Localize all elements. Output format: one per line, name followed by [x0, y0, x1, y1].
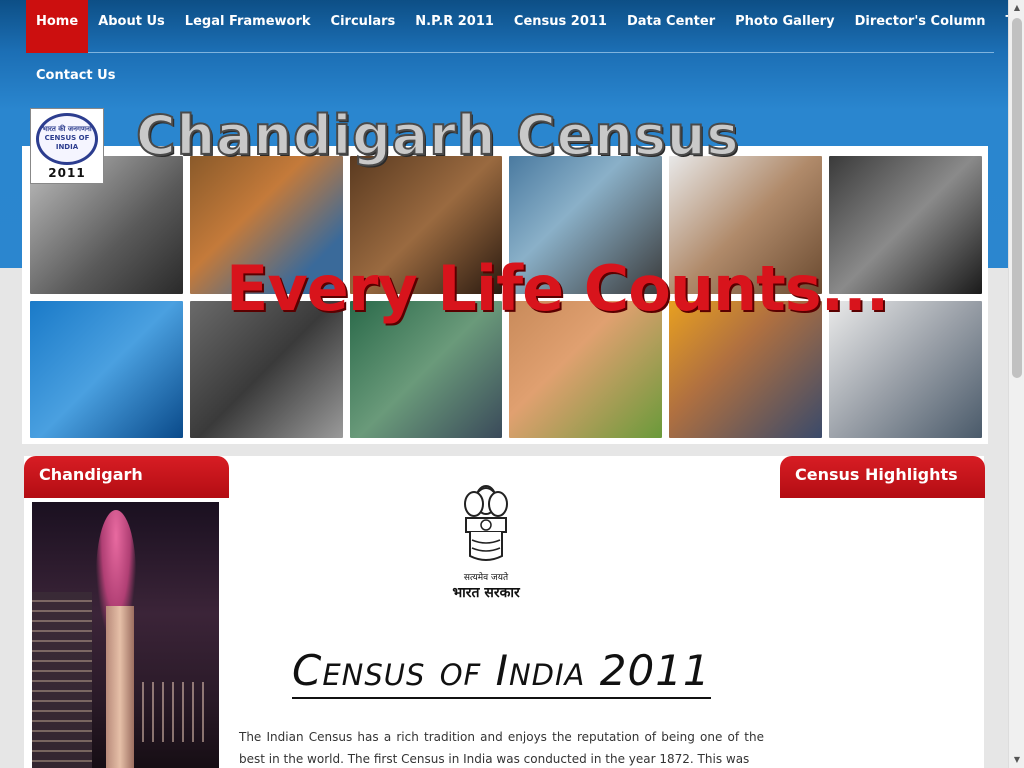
page: Home About Us Legal Framework Circulars N.P.…: [0, 0, 1008, 768]
nav-item-home[interactable]: Home: [26, 0, 89, 53]
building-shape: [32, 592, 92, 768]
nav-item-director-s-column[interactable]: Director's Column: [845, 0, 996, 53]
nav-item-census-2011[interactable]: Census 2011: [504, 0, 617, 53]
scroll-up-icon[interactable]: ▲: [1009, 0, 1024, 16]
page-title: Census of India 2011: [292, 646, 711, 699]
emblem-motto: सत्यमेव जयते: [463, 573, 509, 583]
nav-item-tender[interactable]: Tender: [996, 0, 1008, 53]
emblem-govt: भारत सरकार: [452, 585, 520, 601]
national-emblem: सत्यमेव जयते भारत सरकार: [436, 478, 536, 602]
photo-7: [30, 300, 183, 438]
scroll-thumb[interactable]: [1012, 18, 1022, 378]
nav-item-about-us[interactable]: About Us: [88, 0, 175, 53]
nav-item-contact-us[interactable]: Contact Us: [26, 54, 125, 98]
site-title: Chandigarh Census: [135, 103, 740, 168]
banner: भारत की जनगणना CENSUS OF INDIA 2011 Chan…: [14, 103, 994, 448]
nav-item-circulars[interactable]: Circulars: [321, 0, 406, 53]
nav-item-legal-framework[interactable]: Legal Framework: [175, 0, 321, 53]
nav-item-photo-gallery[interactable]: Photo Gallery: [725, 0, 844, 53]
attraction-photo[interactable]: [32, 502, 219, 768]
nav-row-2: Contact Us: [26, 54, 125, 98]
census-logo-ring: भारत की जनगणना CENSUS OF INDIA: [36, 112, 98, 165]
census-logo-text: भारत की जनगणना CENSUS OF INDIA: [42, 125, 92, 151]
banner-tagline: Every Life Counts...: [226, 252, 889, 325]
content-area: Chandigarh Attractions सत्यमेव जयते भारत…: [24, 456, 985, 768]
census-logo[interactable]: भारत की जनगणना CENSUS OF INDIA 2011: [30, 108, 104, 184]
highlights-header: Census Highlights: [780, 456, 985, 498]
nav-item-data-center[interactable]: Data Center: [617, 0, 725, 53]
nav-item-n-p-r-2011[interactable]: N.P.R 2011: [405, 0, 504, 53]
main-navigation: Home About Us Legal Framework Circulars N.P.…: [26, 0, 1008, 108]
intro-paragraph: The Indian Census has a rich tradition a…: [239, 730, 764, 766]
nav-row-1: Home About Us Legal Framework Circulars N.P.…: [26, 0, 1008, 53]
census-logo-year: 2011: [48, 165, 86, 180]
attractions-header: Chandigarh Attractions: [24, 456, 229, 522]
pillar-shape: [106, 606, 134, 768]
lights-shape: [142, 682, 212, 742]
scroll-down-icon[interactable]: ▼: [1009, 752, 1024, 768]
vertical-scrollbar[interactable]: ▲ ▼: [1008, 0, 1024, 768]
lion-capital-icon: [464, 485, 508, 561]
